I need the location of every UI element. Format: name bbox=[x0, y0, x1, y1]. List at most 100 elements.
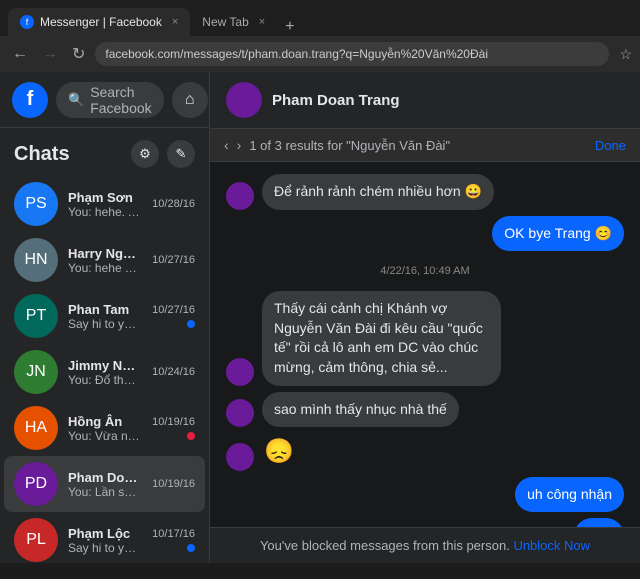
unblock-button[interactable]: Unblock Now bbox=[513, 538, 590, 553]
chat-meta-5: 10/19/16 bbox=[152, 478, 195, 490]
avatar-harry: HN bbox=[14, 238, 58, 282]
search-placeholder: Search Facebook bbox=[90, 84, 151, 116]
tab-close-newtab[interactable]: × bbox=[259, 16, 265, 28]
chat-item-4[interactable]: HA Hồng Ân You: Vừa nhắn máy L... 10/19/… bbox=[4, 400, 205, 456]
chat-header-name: Pham Doan Trang bbox=[272, 92, 400, 109]
chat-time-1: 10/27/16 bbox=[152, 254, 195, 266]
chat-meta-4: 10/19/16 bbox=[152, 416, 195, 440]
refresh-button[interactable]: ↻ bbox=[68, 42, 89, 66]
tab-favicon-messenger: f bbox=[20, 15, 34, 29]
msg-row-7: haiz bbox=[226, 518, 624, 527]
chat-preview-2: Say hi to your new ... bbox=[68, 317, 142, 331]
msg-bubble-4: sao mình thấy nhục nhà thế bbox=[262, 392, 459, 428]
avatar-pham-son: PS bbox=[14, 182, 58, 226]
search-box[interactable]: 🔍 Search Facebook bbox=[56, 82, 164, 118]
chat-name-3: Jimmy Nguyen bbox=[68, 358, 142, 373]
chat-list: PS Phạm Sơn You: hehe. Anh biết ... 10/2… bbox=[0, 176, 209, 563]
chat-item-2[interactable]: PT Phan Tam Say hi to your new ... 10/27… bbox=[4, 288, 205, 344]
new-tab-button[interactable]: + bbox=[285, 18, 294, 36]
home-icon-btn[interactable]: ⌂ bbox=[172, 82, 208, 118]
avatar-pham-loc: PL bbox=[14, 518, 58, 562]
tab-messenger[interactable]: f Messenger | Facebook × bbox=[8, 8, 190, 36]
chat-name-5: Pham Doan Trang bbox=[68, 470, 142, 485]
chat-preview-0: You: hehe. Anh biết ... bbox=[68, 205, 142, 219]
chat-name-1: Harry Nguyen bbox=[68, 246, 142, 261]
chat-item-1[interactable]: HN Harry Nguyen You: hehe THẰNG AI ... 1… bbox=[4, 232, 205, 288]
tab-newtab[interactable]: New Tab × bbox=[190, 8, 277, 36]
chat-time-0: 10/28/16 bbox=[152, 198, 195, 210]
unread-dot-6 bbox=[187, 544, 195, 552]
chat-name-6: Phạm Lộc bbox=[68, 526, 142, 541]
chat-time-4: 10/19/16 bbox=[152, 416, 195, 428]
msg-row-2: OK bye Trang 😊 bbox=[226, 216, 624, 252]
msg-avatar-1 bbox=[226, 182, 254, 210]
tab-label-newtab: New Tab bbox=[202, 15, 248, 29]
chat-header-avatar bbox=[226, 82, 262, 118]
chat-preview-4: You: Vừa nhắn máy L... bbox=[68, 429, 142, 443]
msg-avatar-4 bbox=[226, 399, 254, 427]
chat-info-0: Phạm Sơn You: hehe. Anh biết ... bbox=[68, 190, 142, 219]
chat-meta-0: 10/28/16 bbox=[152, 198, 195, 210]
chat-time-6: 10/17/16 bbox=[152, 528, 195, 540]
fb-header: f 🔍 Search Facebook ⌂ 👥 9 🏪 👤 6 bbox=[0, 72, 209, 128]
msg-bubble-3: Thấy cái cảnh chị Khánh vợ Nguyễn Văn Đà… bbox=[262, 291, 501, 385]
chat-item-3[interactable]: JN Jimmy Nguyen You: Đổ thằng cò và ... … bbox=[4, 344, 205, 400]
search-done-button[interactable]: Done bbox=[595, 138, 626, 153]
chat-name-0: Phạm Sơn bbox=[68, 190, 142, 205]
blocked-text: You've blocked messages from this person… bbox=[260, 538, 510, 553]
edit-button[interactable]: ✎ bbox=[167, 140, 195, 168]
nav-bar: ← → ↻ facebook.com/messages/t/pham.doan.… bbox=[0, 36, 640, 72]
chat-preview-6: Say hi to your new ... bbox=[68, 541, 142, 555]
chat-info-1: Harry Nguyen You: hehe THẰNG AI ... bbox=[68, 246, 142, 275]
msg-avatar-3 bbox=[226, 358, 254, 386]
msg-bubble-6: uh công nhận bbox=[515, 477, 624, 513]
msg-row-4: sao mình thấy nhục nhà thế bbox=[226, 392, 624, 428]
tab-label-messenger: Messenger | Facebook bbox=[40, 15, 162, 29]
msg-row-3: Thấy cái cảnh chị Khánh vợ Nguyễn Văn Đà… bbox=[226, 291, 624, 385]
search-prev-button[interactable]: ‹ bbox=[224, 137, 229, 153]
sidebar-title: Chats bbox=[14, 143, 70, 166]
messages-area: Để rảnh rảnh chém nhiều hơn 😀 OK bye Tra… bbox=[210, 162, 640, 527]
unread-dot-2 bbox=[187, 320, 195, 328]
search-results-text: 1 of 3 results for "Nguyễn Văn Đài" bbox=[249, 138, 587, 153]
fb-logo: f bbox=[12, 82, 48, 118]
chat-meta-6: 10/17/16 bbox=[152, 528, 195, 552]
msg-row-1: Để rảnh rảnh chém nhiều hơn 😀 bbox=[226, 174, 624, 210]
chat-item-0[interactable]: PS Phạm Sơn You: hehe. Anh biết ... 10/2… bbox=[4, 176, 205, 232]
chat-main: Pham Doan Trang ‹ › 1 of 3 results for "… bbox=[210, 72, 640, 563]
back-button[interactable]: ← bbox=[8, 43, 32, 65]
search-icon: 🔍 bbox=[68, 92, 84, 108]
search-results-bar: ‹ › 1 of 3 results for "Nguyễn Văn Đài" … bbox=[210, 129, 640, 162]
address-bar[interactable]: facebook.com/messages/t/pham.doan.trang?… bbox=[95, 42, 609, 66]
msg-bubble-5: 😞 bbox=[262, 433, 296, 471]
chat-preview-1: You: hehe THẰNG AI ... bbox=[68, 261, 142, 275]
msg-bubble-1: Để rảnh rảnh chém nhiều hơn 😀 bbox=[262, 174, 494, 210]
tab-close-messenger[interactable]: × bbox=[172, 16, 178, 28]
chat-header: Pham Doan Trang bbox=[210, 72, 640, 129]
msg-avatar-5 bbox=[226, 443, 254, 471]
bookmark-button[interactable]: ☆ bbox=[619, 46, 632, 63]
chat-name-2: Phan Tam bbox=[68, 302, 142, 317]
chat-meta-3: 10/24/16 bbox=[152, 366, 195, 378]
chat-item-5[interactable]: PD Pham Doan Trang You: Lần sau có chat … bbox=[4, 456, 205, 512]
msg-bubble-7: haiz bbox=[574, 518, 624, 527]
chat-time-2: 10/27/16 bbox=[152, 304, 195, 316]
chat-info-3: Jimmy Nguyen You: Đổ thằng cò và ... bbox=[68, 358, 142, 387]
avatar-pham-doan-trang: PD bbox=[14, 462, 58, 506]
forward-button[interactable]: → bbox=[38, 43, 62, 65]
settings-button[interactable]: ⚙ bbox=[131, 140, 159, 168]
chat-info-2: Phan Tam Say hi to your new ... bbox=[68, 302, 142, 331]
blocked-bar: You've blocked messages from this person… bbox=[210, 527, 640, 563]
chat-preview-3: You: Đổ thằng cò và ... bbox=[68, 373, 142, 387]
fb-header-icons: ⌂ 👥 9 🏪 👤 6 ▦ bbox=[172, 82, 210, 118]
chat-info-5: Pham Doan Trang You: Lần sau có chat ... bbox=[68, 470, 142, 499]
chat-info-4: Hồng Ân You: Vừa nhắn máy L... bbox=[68, 414, 142, 443]
tab-bar: f Messenger | Facebook × New Tab × + bbox=[0, 0, 640, 36]
search-next-button[interactable]: › bbox=[237, 137, 242, 153]
chat-meta-2: 10/27/16 bbox=[152, 304, 195, 328]
home-icon: ⌂ bbox=[185, 91, 195, 109]
msg-bubble-2: OK bye Trang 😊 bbox=[492, 216, 624, 252]
chat-item-6[interactable]: PL Phạm Lộc Say hi to your new ... 10/17… bbox=[4, 512, 205, 563]
browser-chrome: f Messenger | Facebook × New Tab × + ← →… bbox=[0, 0, 640, 72]
avatar-jimmy: JN bbox=[14, 350, 58, 394]
